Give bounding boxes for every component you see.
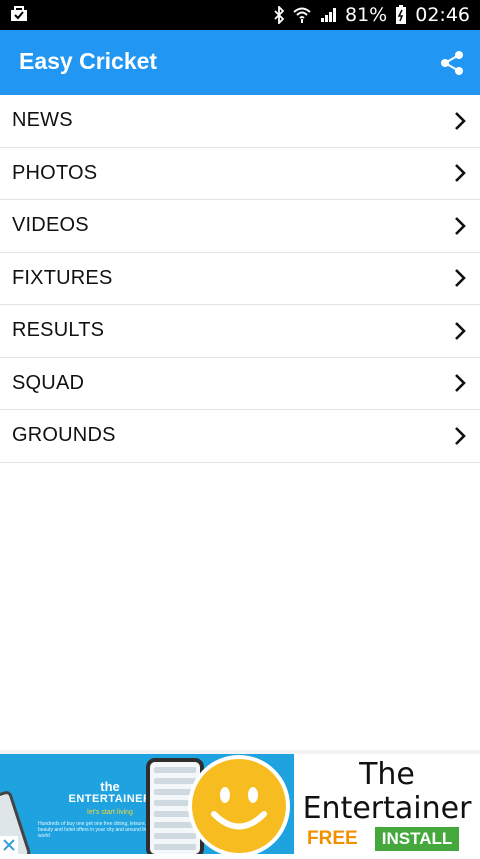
menu-item-photos[interactable]: PHOTOS [0,148,480,200]
share-icon[interactable] [440,50,464,76]
menu-item-news[interactable]: NEWS [0,95,480,148]
app-title: Easy Cricket [19,48,158,74]
chevron-right-icon [452,320,468,342]
bluetooth-icon [273,6,285,24]
menu-item-videos[interactable]: VIDEOS [0,200,480,253]
wifi-icon [293,6,311,24]
chevron-right-icon [452,372,468,394]
chevron-right-icon [452,162,468,184]
ad-title: Entertainer [302,791,472,826]
battery-percent: 81% [345,4,388,26]
chevron-right-icon [452,215,468,237]
chevron-right-icon [452,425,468,447]
notification-icon [10,6,28,22]
ad-banner[interactable]: the ENTERTAINER let's start living Hundr… [0,750,480,854]
menu-item-label: GROUNDS [12,424,116,447]
chevron-right-icon [452,267,468,289]
ad-price: FREE [307,828,358,849]
menu-item-results[interactable]: RESULTS [0,305,480,358]
ad-image[interactable]: the ENTERTAINER let's start living Hundr… [0,754,294,854]
menu-item-grounds[interactable]: GROUNDS [0,410,480,463]
menu-item-label: PHOTOS [12,161,98,184]
status-bar: 81% 02:46 [0,0,480,30]
close-icon[interactable] [0,836,18,854]
ad-title: The [359,757,415,792]
menu-item-fixtures[interactable]: FIXTURES [0,253,480,305]
ad-text-panel[interactable]: The Entertainer FREE INSTALL [294,754,480,854]
clock: 02:46 [415,4,470,26]
menu-item-squad[interactable]: SQUAD [0,358,480,410]
app-bar: Easy Cricket [0,30,480,95]
menu-item-label: SQUAD [12,371,85,394]
smiley-icon [192,759,286,853]
status-indicators: 81% 02:46 [273,0,470,30]
ad-blurb: Hundreds of buy one get one free dining,… [38,821,150,839]
menu-list: NEWS PHOTOS VIDEOS FIXTURES RESULTS SQUA… [0,95,480,463]
install-button[interactable]: INSTALL [375,827,459,851]
battery-icon [395,5,407,25]
signal-icon [319,7,337,23]
menu-item-label: FIXTURES [12,266,113,289]
menu-item-label: VIDEOS [12,214,89,237]
menu-item-label: NEWS [12,109,73,132]
chevron-right-icon [452,110,468,132]
menu-item-label: RESULTS [12,319,105,342]
